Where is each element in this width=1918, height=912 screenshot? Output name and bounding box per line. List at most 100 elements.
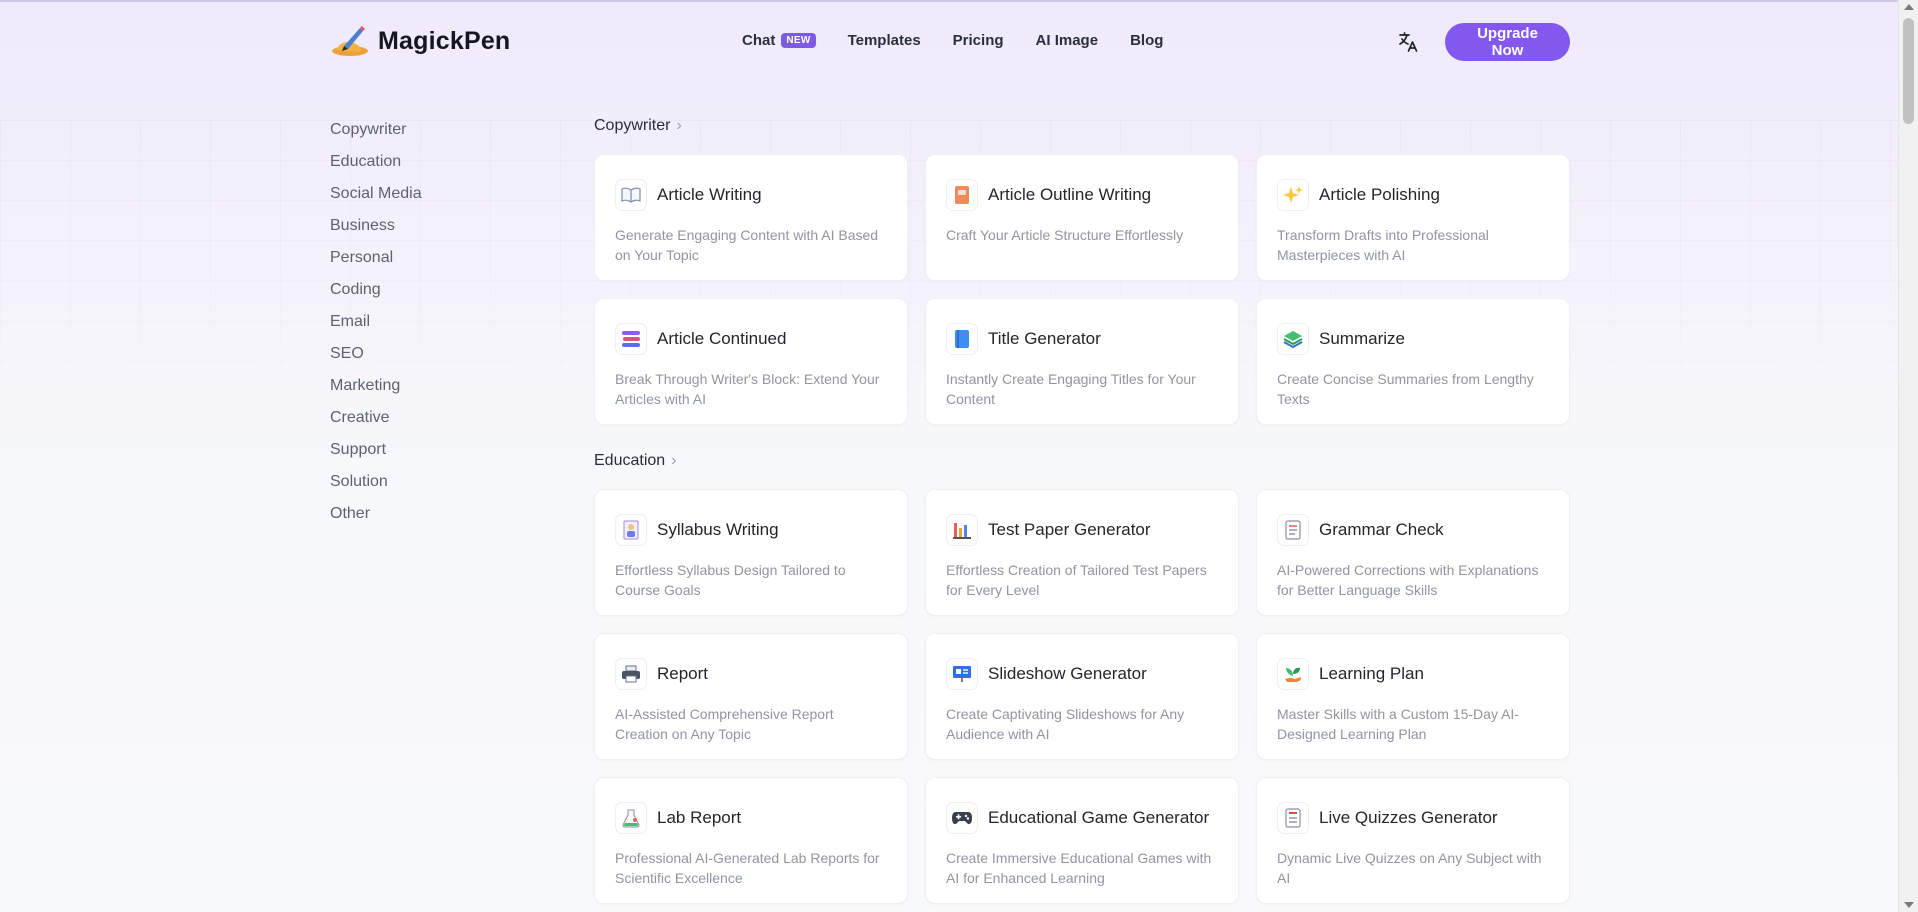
card-title: Article Writing	[657, 185, 762, 204]
nav-chat-label: Chat	[742, 32, 776, 49]
template-card-test-paper-generator[interactable]: Test Paper Generator Effortless Creation…	[925, 489, 1239, 616]
card-description: Create Concise Summaries from Lengthy Te…	[1277, 371, 1534, 407]
section-title-copywriter[interactable]: Copywriter ›	[594, 114, 1570, 138]
translate-icon[interactable]	[1396, 30, 1420, 54]
gamepad-icon	[946, 802, 978, 834]
section-title-label: Education	[594, 452, 666, 469]
chevron-right-icon: ›	[671, 452, 677, 469]
layers-icon	[1277, 323, 1309, 355]
scrollbar-thumb[interactable]	[1903, 18, 1914, 124]
templates-main: Copywriter › Article Writing Generate En…	[594, 114, 1570, 904]
card-title: Live Quizzes Generator	[1319, 808, 1498, 827]
scroll-up-arrow-icon[interactable]	[1904, 4, 1914, 10]
plant-hand-icon	[1277, 658, 1309, 690]
presentation-icon	[946, 658, 978, 690]
template-card-article-polishing[interactable]: Article Polishing Transform Drafts into …	[1256, 154, 1570, 281]
template-card-article-continued[interactable]: Article Continued Break Through Writer's…	[594, 298, 908, 425]
window-top-edge	[0, 0, 1918, 2]
card-title: Article Outline Writing	[988, 185, 1152, 204]
card-title: Lab Report	[657, 808, 742, 827]
sidebar-item-support[interactable]: Support	[330, 438, 530, 470]
notebook-icon	[946, 179, 978, 211]
sidebar-item-copywriter[interactable]: Copywriter	[330, 118, 530, 150]
card-description: AI-Powered Corrections with Explanations…	[1277, 562, 1539, 598]
card-title: Summarize	[1319, 329, 1405, 348]
sidebar-item-education[interactable]: Education	[330, 150, 530, 182]
card-title: Grammar Check	[1319, 520, 1444, 539]
nav-templates[interactable]: Templates	[848, 32, 921, 49]
new-badge: NEW	[781, 33, 816, 48]
brand-logo[interactable]: MagickPen	[330, 24, 510, 58]
template-card-title-generator[interactable]: Title Generator Instantly Create Engagin…	[925, 298, 1239, 425]
sidebar-item-email[interactable]: Email	[330, 310, 530, 342]
template-card-live-quizzes-generator[interactable]: Live Quizzes Generator Dynamic Live Quiz…	[1256, 777, 1570, 904]
card-description: Effortless Syllabus Design Tailored to C…	[615, 562, 846, 598]
card-description: Create Captivating Slideshows for Any Au…	[946, 706, 1185, 742]
section-title-label: Copywriter	[594, 117, 671, 134]
teacher-icon	[615, 514, 647, 546]
card-description: Instantly Create Engaging Titles for You…	[946, 371, 1196, 407]
card-title: Article Polishing	[1319, 185, 1440, 204]
sidebar-item-seo[interactable]: SEO	[330, 342, 530, 374]
books-stack-icon	[615, 323, 647, 355]
card-description: Transform Drafts into Professional Maste…	[1277, 227, 1489, 263]
open-book-icon	[615, 179, 647, 211]
sidebar-item-marketing[interactable]: Marketing	[330, 374, 530, 406]
vertical-scrollbar[interactable]	[1898, 0, 1918, 912]
nav-ai-image[interactable]: AI Image	[1036, 32, 1099, 49]
card-title: Article Continued	[657, 329, 787, 348]
card-description: Master Skills with a Custom 15-Day AI-De…	[1277, 706, 1519, 742]
chart-board-icon	[946, 514, 978, 546]
chevron-right-icon: ›	[676, 117, 682, 134]
card-description: Dynamic Live Quizzes on Any Subject with…	[1277, 850, 1542, 886]
template-card-educational-game-generator[interactable]: Educational Game Generator Create Immers…	[925, 777, 1239, 904]
quiz-sheet-icon	[1277, 802, 1309, 834]
card-description: Create Immersive Educational Games with …	[946, 850, 1212, 886]
card-title: Learning Plan	[1319, 664, 1424, 683]
sparkles-icon	[1277, 179, 1309, 211]
sidebar-item-creative[interactable]: Creative	[330, 406, 530, 438]
template-card-summarize[interactable]: Summarize Create Concise Summaries from …	[1256, 298, 1570, 425]
template-card-article-writing[interactable]: Article Writing Generate Engaging Conten…	[594, 154, 908, 281]
copywriter-card-grid: Article Writing Generate Engaging Conten…	[594, 154, 1570, 425]
flask-icon	[615, 802, 647, 834]
sidebar-item-coding[interactable]: Coding	[330, 278, 530, 310]
card-title: Report	[657, 664, 709, 683]
template-card-article-outline-writing[interactable]: Article Outline Writing Craft Your Artic…	[925, 154, 1239, 281]
nav-pricing[interactable]: Pricing	[953, 32, 1004, 49]
sidebar-item-business[interactable]: Business	[330, 214, 530, 246]
writing-hand-icon	[330, 24, 370, 58]
card-description: Craft Your Article Structure Effortlessl…	[946, 227, 1184, 243]
card-description: Generate Engaging Content with AI Based …	[615, 227, 879, 263]
brand-name: MagickPen	[378, 26, 511, 55]
scroll-down-arrow-icon[interactable]	[1904, 902, 1914, 908]
card-description: Break Through Writer's Block: Extend You…	[615, 371, 880, 407]
blue-book-icon	[946, 323, 978, 355]
upgrade-now-button[interactable]: Upgrade Now	[1445, 23, 1570, 61]
template-card-report[interactable]: Report AI-Assisted Comprehensive Report …	[594, 633, 908, 760]
template-card-syllabus-writing[interactable]: Syllabus Writing Effortless Syllabus Des…	[594, 489, 908, 616]
category-sidebar: Copywriter Education Social Media Busine…	[330, 118, 530, 534]
card-title: Educational Game Generator	[988, 808, 1210, 827]
main-nav: Chat NEW Templates Pricing AI Image Blog	[742, 32, 1195, 49]
template-card-learning-plan[interactable]: Learning Plan Master Skills with a Custo…	[1256, 633, 1570, 760]
nav-blog[interactable]: Blog	[1130, 32, 1163, 49]
printer-icon	[615, 658, 647, 690]
sidebar-item-solution[interactable]: Solution	[330, 470, 530, 502]
sidebar-item-personal[interactable]: Personal	[330, 246, 530, 278]
template-card-lab-report[interactable]: Lab Report Professional AI-Generated Lab…	[594, 777, 908, 904]
card-title: Title Generator	[988, 329, 1101, 348]
checklist-icon	[1277, 514, 1309, 546]
education-card-grid: Syllabus Writing Effortless Syllabus Des…	[594, 489, 1570, 904]
template-card-slideshow-generator[interactable]: Slideshow Generator Create Captivating S…	[925, 633, 1239, 760]
template-card-grammar-check[interactable]: Grammar Check AI-Powered Corrections wit…	[1256, 489, 1570, 616]
site-header: MagickPen Chat NEW Templates Pricing AI …	[330, 18, 1570, 66]
sidebar-item-other[interactable]: Other	[330, 502, 530, 534]
sidebar-item-social-media[interactable]: Social Media	[330, 182, 530, 214]
card-description: AI-Assisted Comprehensive Report Creatio…	[615, 706, 834, 742]
nav-chat[interactable]: Chat NEW	[742, 32, 816, 49]
section-title-education[interactable]: Education ›	[594, 449, 1570, 473]
card-title: Test Paper Generator	[988, 520, 1151, 539]
card-title: Slideshow Generator	[988, 664, 1147, 683]
